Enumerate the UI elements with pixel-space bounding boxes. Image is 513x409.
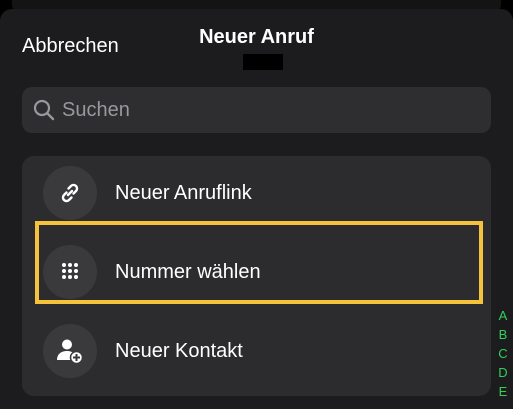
- list-item-label: Neuer Kontakt: [115, 340, 243, 362]
- new-contact-item[interactable]: Neuer Kontakt: [22, 314, 491, 388]
- page-title: Neuer Anruf: [199, 26, 314, 48]
- action-list: Neuer Anruflink Nummer wählen Neuer Kont…: [22, 156, 491, 396]
- add-contact-icon-circle: [43, 324, 97, 378]
- link-icon-circle: [43, 166, 97, 220]
- link-icon: [61, 183, 79, 203]
- alphabet-index[interactable]: A B C D E: [496, 306, 510, 401]
- new-call-link-item[interactable]: Neuer Anruflink: [22, 156, 491, 230]
- list-item-label: Neuer Anruflink: [115, 182, 252, 204]
- add-contact-icon: [57, 339, 84, 365]
- keypad-icon: [62, 263, 78, 279]
- search-input[interactable]: [56, 86, 491, 134]
- new-call-sheet: Abbrechen Neuer Anruf Neuer Anru: [0, 9, 513, 409]
- index-letter[interactable]: C: [498, 344, 507, 363]
- search-icon: [32, 98, 56, 122]
- index-letter[interactable]: A: [499, 306, 508, 325]
- index-letter[interactable]: D: [498, 363, 507, 382]
- search-bar[interactable]: [22, 86, 491, 134]
- index-letter[interactable]: E: [499, 382, 508, 401]
- dial-number-item[interactable]: Nummer wählen: [22, 235, 491, 309]
- index-letter[interactable]: B: [499, 325, 508, 344]
- redacted-block: [243, 54, 283, 70]
- list-item-label: Nummer wählen: [115, 261, 261, 283]
- keypad-icon-circle: [43, 245, 97, 299]
